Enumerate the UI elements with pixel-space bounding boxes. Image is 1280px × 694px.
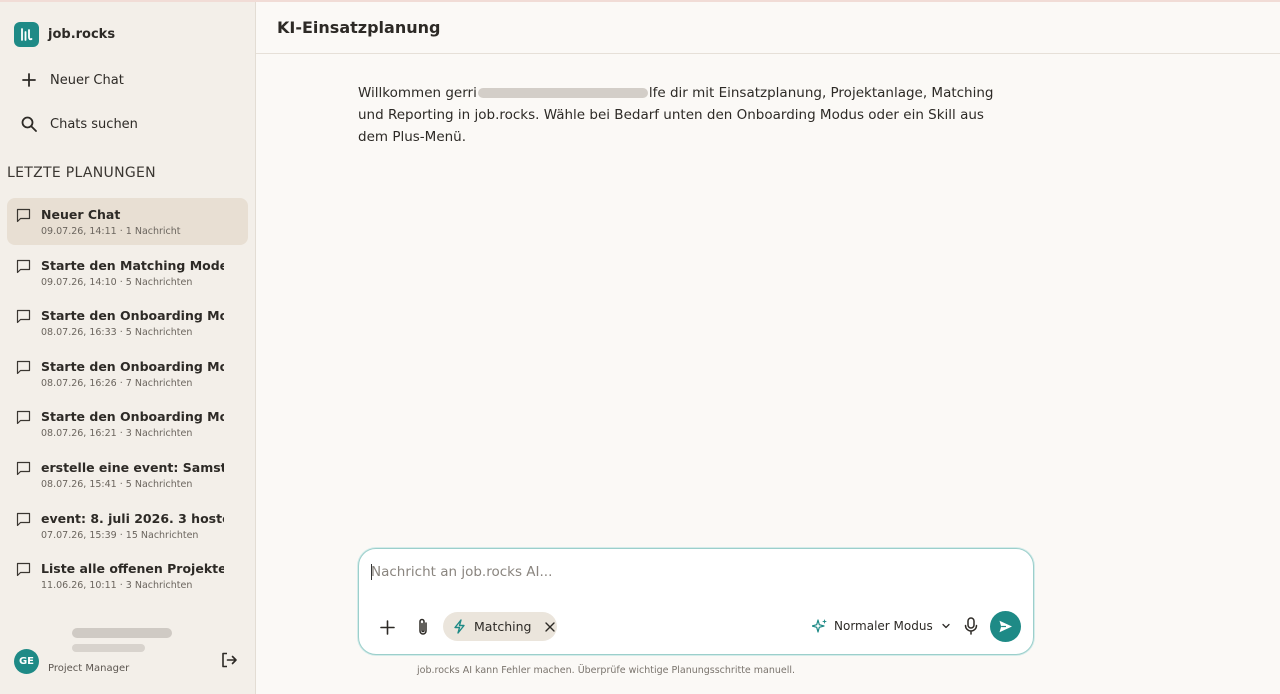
chat-title: erstelle eine event: Samstagsev: [41, 459, 224, 475]
chat-list-item[interactable]: Neuer Chat 09.07.26, 14:11 · 1 Nachricht: [7, 198, 248, 245]
chat-title: Liste alle offenen Projekte.: [41, 561, 224, 577]
chat-bubble-icon: [16, 308, 34, 346]
chat-title: event: 8. juli 2026. 3 hostess mi: [41, 510, 224, 526]
brand-logo-icon: [14, 22, 39, 47]
plus-icon: [379, 619, 395, 635]
logout-icon: [222, 652, 237, 668]
chat-title: Starte den Onboarding Mode fü: [41, 358, 224, 374]
page-title: KI-Einsatzplanung: [277, 18, 441, 37]
send-button[interactable]: [990, 611, 1021, 642]
mode-selector[interactable]: Normaler Modus: [812, 618, 953, 634]
top-accent-line: [0, 0, 1280, 2]
message-composer: Matching Normaler Modus: [358, 548, 1034, 655]
chat-bubble-icon: [16, 359, 34, 397]
attach-button[interactable]: [413, 617, 433, 637]
chevron-down-icon: [942, 623, 950, 629]
recent-plans-heading: LETZTE PLANUNGEN: [7, 165, 156, 181]
microphone-button[interactable]: [961, 616, 981, 640]
plus-menu-button[interactable]: [377, 617, 397, 637]
chat-list-item[interactable]: Starte den Onboarding Mode fü 08.07.26, 1…: [7, 299, 248, 346]
mode-label: Normaler Modus: [834, 619, 933, 633]
chat-meta: 09.07.26, 14:10 · 5 Nachrichten: [41, 276, 193, 288]
sparkles-icon: [812, 619, 827, 633]
chat-meta: 08.07.26, 15:41 · 5 Nachrichten: [41, 478, 193, 490]
send-icon: [999, 620, 1012, 633]
message-input[interactable]: [371, 561, 1011, 583]
close-icon: [545, 621, 556, 632]
chat-meta: 09.07.26, 14:11 · 1 Nachricht: [41, 226, 181, 237]
brand-name: job.rocks: [48, 27, 116, 42]
chat-bubble-icon: [16, 511, 34, 549]
main-header: KI-Einsatzplanung: [256, 0, 1280, 54]
chat-title: Starte den Onboarding Mode fü: [41, 409, 224, 425]
chat-meta: 08.07.26, 16:33 · 5 Nachrichten: [41, 327, 193, 339]
chat-meta: 08.07.26, 16:26 · 7 Nachrichten: [41, 377, 193, 389]
welcome-message: Willkommen gerri lfe dir mit Einsatzplanu…: [358, 82, 1008, 148]
redacted-user-name: [72, 628, 172, 638]
search-icon: [21, 116, 37, 132]
chat-list-item[interactable]: event: 8. juli 2026. 3 hostess mi 07.07.2…: [7, 502, 248, 549]
skill-chip-label: Matching: [474, 619, 532, 634]
chat-list-item[interactable]: Starte den Matching Mode für E 09.07.26, …: [7, 249, 248, 296]
chat-list-item[interactable]: Liste alle offenen Projekte. 11.06.26, 10…: [7, 552, 248, 599]
lightning-icon: [454, 619, 465, 634]
chat-bubble-icon: [16, 207, 34, 245]
text-caret: [371, 564, 372, 580]
disclaimer-text: job.rocks AI kann Fehler machen. Überprü…: [417, 665, 796, 676]
main-area: KI-Einsatzplanung Willkommen gerri lfe di…: [256, 0, 1280, 694]
chat-meta: 07.07.26, 15:39 · 15 Nachrichten: [41, 529, 199, 541]
skill-chip-matching[interactable]: Matching: [443, 612, 557, 641]
redacted-text: [477, 88, 648, 98]
new-chat-button[interactable]: Neuer Chat: [20, 71, 124, 89]
chat-title: Starte den Matching Mode für E: [41, 257, 224, 273]
remove-skill-button[interactable]: [544, 621, 556, 633]
plus-icon: [22, 73, 36, 87]
chat-title: Starte den Onboarding Mode fü: [41, 308, 224, 324]
new-chat-label: Neuer Chat: [50, 72, 124, 88]
user-role: Project Manager: [48, 663, 130, 674]
search-chats-button[interactable]: Chats suchen: [20, 115, 138, 133]
redacted-user-email: [72, 644, 145, 652]
search-chats-label: Chats suchen: [50, 116, 138, 132]
welcome-prefix: Willkommen gerri: [358, 85, 477, 101]
chat-title: Neuer Chat: [41, 207, 121, 222]
chat-bubble-icon: [16, 258, 34, 296]
chat-bubble-icon: [16, 460, 34, 498]
chat-list-item[interactable]: Starte den Onboarding Mode fü 08.07.26, 1…: [7, 350, 248, 397]
chat-meta: 08.07.26, 16:21 · 3 Nachrichten: [41, 428, 193, 440]
chat-bubble-icon: [16, 561, 34, 599]
sidebar: job.rocks Neuer Chat Chats suchen LETZTE…: [0, 0, 256, 694]
paperclip-icon: [419, 618, 427, 635]
user-profile: GE Project Manager: [14, 627, 244, 677]
microphone-icon: [964, 617, 978, 635]
logout-button[interactable]: [220, 651, 238, 673]
chat-bubble-icon: [16, 409, 34, 447]
avatar[interactable]: GE: [14, 649, 39, 674]
chat-list-item[interactable]: Starte den Onboarding Mode fü 08.07.26, 1…: [7, 400, 248, 447]
chat-list-item[interactable]: erstelle eine event: Samstagsev 08.07.26,…: [7, 451, 248, 498]
chat-list: Neuer Chat 09.07.26, 14:11 · 1 Nachricht …: [7, 198, 248, 603]
chat-meta: 11.06.26, 10:11 · 3 Nachrichten: [41, 580, 193, 592]
brand[interactable]: job.rocks: [14, 22, 115, 47]
